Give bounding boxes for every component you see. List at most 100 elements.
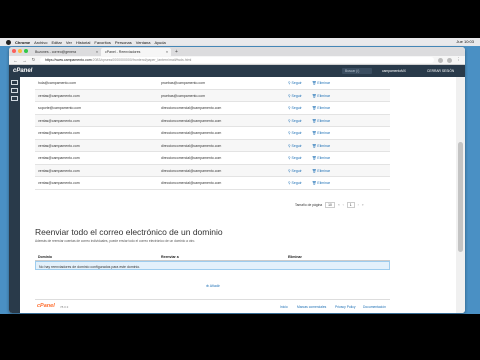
tab-buzones[interactable]: Buzones - correo@genera × <box>31 48 101 56</box>
trace-button[interactable]: ⚲ Seguir <box>288 169 302 173</box>
screen-recording-frame: Chrome Archivo Editar Ver Historial Favo… <box>0 0 480 360</box>
new-tab-button[interactable]: + <box>171 49 182 56</box>
trace-button[interactable]: ⚲ Seguir <box>288 131 302 135</box>
page-size-select[interactable]: 10 <box>325 202 335 208</box>
forwarder-address-label: ventas@campamento.com <box>38 143 80 148</box>
forward-icon[interactable]: → <box>22 58 27 63</box>
next-page-button[interactable]: › <box>358 203 359 207</box>
delete-button[interactable]: 🗑 Eliminar <box>312 119 330 123</box>
footer-link-home[interactable]: Inicio <box>280 305 288 309</box>
trace-button[interactable]: ⚲ Seguir <box>288 94 302 98</box>
forwarder-address: ventas@campamento.com <box>38 181 80 185</box>
profile-icon[interactable] <box>447 57 452 63</box>
page-size-label: Tamaño de página <box>295 203 323 207</box>
menu-chrome[interactable]: Chrome <box>15 40 30 45</box>
cpanel-search-input[interactable]: Buscar (/) <box>342 68 372 74</box>
trace-button[interactable]: ⚲ Seguir <box>288 106 302 110</box>
table-row: soporte@campamento.com direccioncomercial… <box>35 102 390 115</box>
forwarder-address: ventas@campamento.com <box>38 131 80 135</box>
logout-link[interactable]: CERRAR SESIÓN <box>427 69 454 73</box>
stats-icon[interactable] <box>11 88 18 93</box>
trace-button[interactable]: ⚲ Seguir <box>288 119 302 123</box>
forwarder-address-label: ventas@campamento.com <box>38 118 80 123</box>
domain-forward-title: Reenviar todo el correo electrónico de u… <box>35 227 223 237</box>
forwarder-address: ventas@campamento.com <box>38 156 80 160</box>
tab-reenviadores[interactable]: cPanel - Reenviadores × <box>101 48 171 56</box>
menu-personas[interactable]: Personas <box>115 40 132 45</box>
trace-button[interactable]: ⚲ Seguir <box>288 144 302 148</box>
delete-button[interactable]: 🗑 Eliminar <box>312 81 330 85</box>
table-row: ventas@campamento.com direccioncomercial@… <box>35 152 390 165</box>
trace-button-label: Seguir <box>291 106 302 110</box>
apple-icon[interactable] <box>6 39 11 45</box>
footer-link-docs[interactable]: Documentación <box>363 305 386 309</box>
url-path: :2083/cpsess0000000000/frontend/paper_la… <box>91 58 192 62</box>
cpanel-logo[interactable]: cPanel <box>9 68 37 74</box>
footer-link-trademarks[interactable]: Marcas comerciales <box>297 305 326 309</box>
page-scrollbar[interactable] <box>456 77 465 313</box>
menubar-clock[interactable]: Jue 10:03 <box>456 39 474 44</box>
column-domain[interactable]: Dominio <box>38 255 52 259</box>
close-tab-icon[interactable]: × <box>96 50 98 54</box>
forwarder-destination-label: direccioncomercial@campamento.com <box>161 181 222 185</box>
minimize-window-button[interactable] <box>18 49 22 53</box>
menu-editar[interactable]: Editar <box>51 40 61 45</box>
last-page-button[interactable]: » <box>362 203 364 207</box>
forwarder-address: ventas@campamento.com <box>38 119 80 123</box>
forwarder-address-label: ventas@campamento.com <box>38 131 80 135</box>
first-page-button[interactable]: « <box>338 203 340 207</box>
user-menu[interactable]: campamentoMX <box>382 69 406 73</box>
grid-icon[interactable] <box>11 80 18 85</box>
bookmark-star-icon[interactable] <box>438 57 443 63</box>
menu-favoritos[interactable]: Favoritos <box>94 40 110 45</box>
delete-button[interactable]: 🗑 Eliminar <box>312 131 330 135</box>
forwarder-address: ventas@campamento.com <box>38 144 80 148</box>
current-page[interactable]: 1 <box>346 202 355 208</box>
empty-state-message: No hay reenviadores de dominio configura… <box>35 261 390 270</box>
trace-button[interactable]: ⚲ Seguir <box>288 181 302 185</box>
trace-button[interactable]: ⚲ Seguir <box>288 156 302 160</box>
trace-button-label: Seguir <box>291 131 302 135</box>
delete-button[interactable]: 🗑 Eliminar <box>312 169 330 173</box>
prev-page-button[interactable]: ‹ <box>343 203 344 207</box>
table-header: Dominio Reenviar a Eliminar <box>35 252 390 261</box>
menu-archivo[interactable]: Archivo <box>34 40 47 45</box>
delete-button[interactable]: 🗑 Eliminar <box>312 94 330 98</box>
close-tab-icon[interactable]: × <box>166 50 168 54</box>
menu-historial[interactable]: Historial <box>76 40 90 45</box>
menu-ver[interactable]: Ver <box>66 40 72 45</box>
cpanel-logo-text: cPanel <box>13 68 33 74</box>
forwarder-address: soporte@campamento.com <box>38 106 81 110</box>
address-bar[interactable]: https://www.campamento.com :2083/cpsess0… <box>40 57 434 63</box>
menu-ventana[interactable]: Ventana <box>136 40 151 45</box>
back-icon[interactable]: ← <box>13 58 18 63</box>
zoom-window-button[interactable] <box>24 49 28 53</box>
delete-button[interactable]: 🗑 Eliminar <box>312 106 330 110</box>
trace-button[interactable]: ⚲ Seguir <box>288 81 302 85</box>
forwarder-address-label: ventas@campamento.com <box>38 181 80 185</box>
forwarder-address-label: hola@campamento.com <box>38 81 76 85</box>
forwarder-destination: direccioncomercial@campamento.com <box>161 144 221 148</box>
footer-link-privacy[interactable]: Privacy Policy <box>335 305 356 309</box>
delete-button[interactable]: 🗑 Eliminar <box>312 144 330 148</box>
delete-button[interactable]: 🗑 Eliminar <box>312 181 330 185</box>
chrome-window: Buzones - correo@genera × cPanel - Reenv… <box>9 47 465 313</box>
menu-kebab-icon[interactable]: ⋮ <box>456 57 461 63</box>
menu-ayuda[interactable]: Ayuda <box>154 40 165 45</box>
close-window-button[interactable] <box>12 49 16 53</box>
users-icon[interactable] <box>11 96 18 101</box>
cpanel-sidebar <box>9 77 20 313</box>
forwarder-destination-label: direccioncomercial@campamento.com <box>161 156 222 160</box>
scrollbar-thumb[interactable] <box>458 142 463 252</box>
reload-icon[interactable]: ↻ <box>31 57 36 63</box>
trace-button-label: Seguir <box>291 156 302 160</box>
forwarder-destination: direccioncomercial@campamento.com <box>161 119 221 123</box>
add-domain-forwarder-link[interactable]: ⊕ Añadir <box>206 284 220 288</box>
column-forward-to[interactable]: Reenviar a <box>161 255 179 259</box>
forwarder-destination: direccioncomercial@campamento.com <box>161 106 221 110</box>
delete-button[interactable]: 🗑 Eliminar <box>312 156 330 160</box>
forwarder-destination: pruebas@campamento.com <box>161 81 205 85</box>
table-row: ventas@campamento.com direccioncomercial@… <box>35 114 390 127</box>
domain-forwarders-table: Dominio Reenviar a Eliminar No hay reenv… <box>35 252 390 270</box>
trace-button-label: Seguir <box>291 93 302 98</box>
